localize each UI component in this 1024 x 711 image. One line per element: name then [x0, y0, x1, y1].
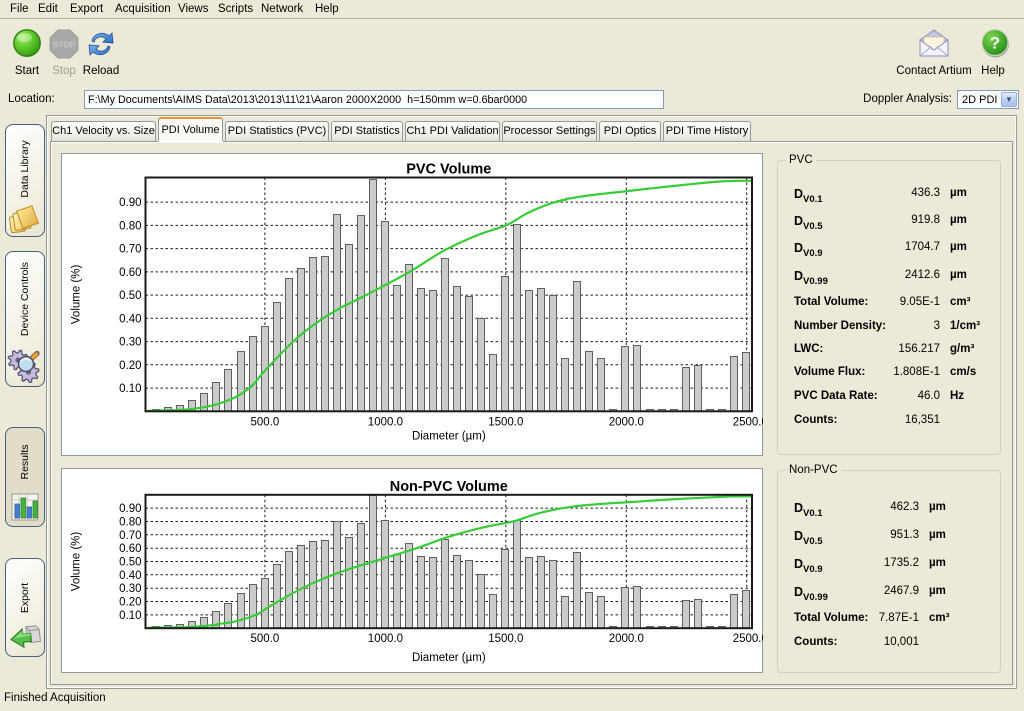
svg-text:0.40: 0.40	[119, 313, 141, 325]
svg-text:PVC Volume: PVC Volume	[406, 162, 491, 178]
svg-text:2500.0: 2500.0	[733, 416, 763, 428]
svg-text:1500.0: 1500.0	[488, 633, 523, 645]
svg-text:STOP: STOP	[53, 41, 75, 50]
svg-text:2000.0: 2000.0	[609, 416, 644, 428]
svg-text:?: ?	[990, 34, 1000, 53]
svg-text:Diameter (µm): Diameter (µm)	[412, 430, 486, 442]
svg-text:Volume (%): Volume (%)	[71, 265, 83, 325]
svg-text:0.60: 0.60	[119, 543, 141, 555]
svg-text:500.0: 500.0	[251, 416, 280, 428]
svg-text:0.10: 0.10	[119, 610, 141, 622]
svg-text:1000.0: 1000.0	[368, 633, 403, 645]
svg-text:1000.0: 1000.0	[368, 416, 403, 428]
svg-text:0.90: 0.90	[119, 197, 141, 209]
svg-text:0.90: 0.90	[119, 503, 141, 515]
svg-text:0.10: 0.10	[119, 383, 141, 395]
svg-text:0.20: 0.20	[119, 360, 141, 372]
svg-text:0.40: 0.40	[119, 570, 141, 582]
svg-text:0.50: 0.50	[119, 290, 141, 302]
svg-text:0.30: 0.30	[119, 337, 141, 349]
svg-text:500.0: 500.0	[251, 633, 280, 645]
svg-text:Diameter (µm): Diameter (µm)	[412, 652, 486, 664]
svg-text:2500.0: 2500.0	[733, 633, 763, 645]
svg-text:0.60: 0.60	[119, 267, 141, 279]
svg-text:1500.0: 1500.0	[488, 416, 523, 428]
svg-text:0.70: 0.70	[119, 244, 141, 256]
svg-text:0.20: 0.20	[119, 597, 141, 609]
svg-text:Non-PVC Volume: Non-PVC Volume	[390, 479, 508, 495]
svg-text:Volume (%): Volume (%)	[71, 532, 83, 592]
svg-text:2000.0: 2000.0	[609, 633, 644, 645]
svg-text:0.80: 0.80	[119, 220, 141, 232]
svg-text:0.50: 0.50	[119, 557, 141, 569]
svg-text:0.30: 0.30	[119, 583, 141, 595]
svg-text:0.70: 0.70	[119, 530, 141, 542]
svg-text:0.80: 0.80	[119, 517, 141, 529]
